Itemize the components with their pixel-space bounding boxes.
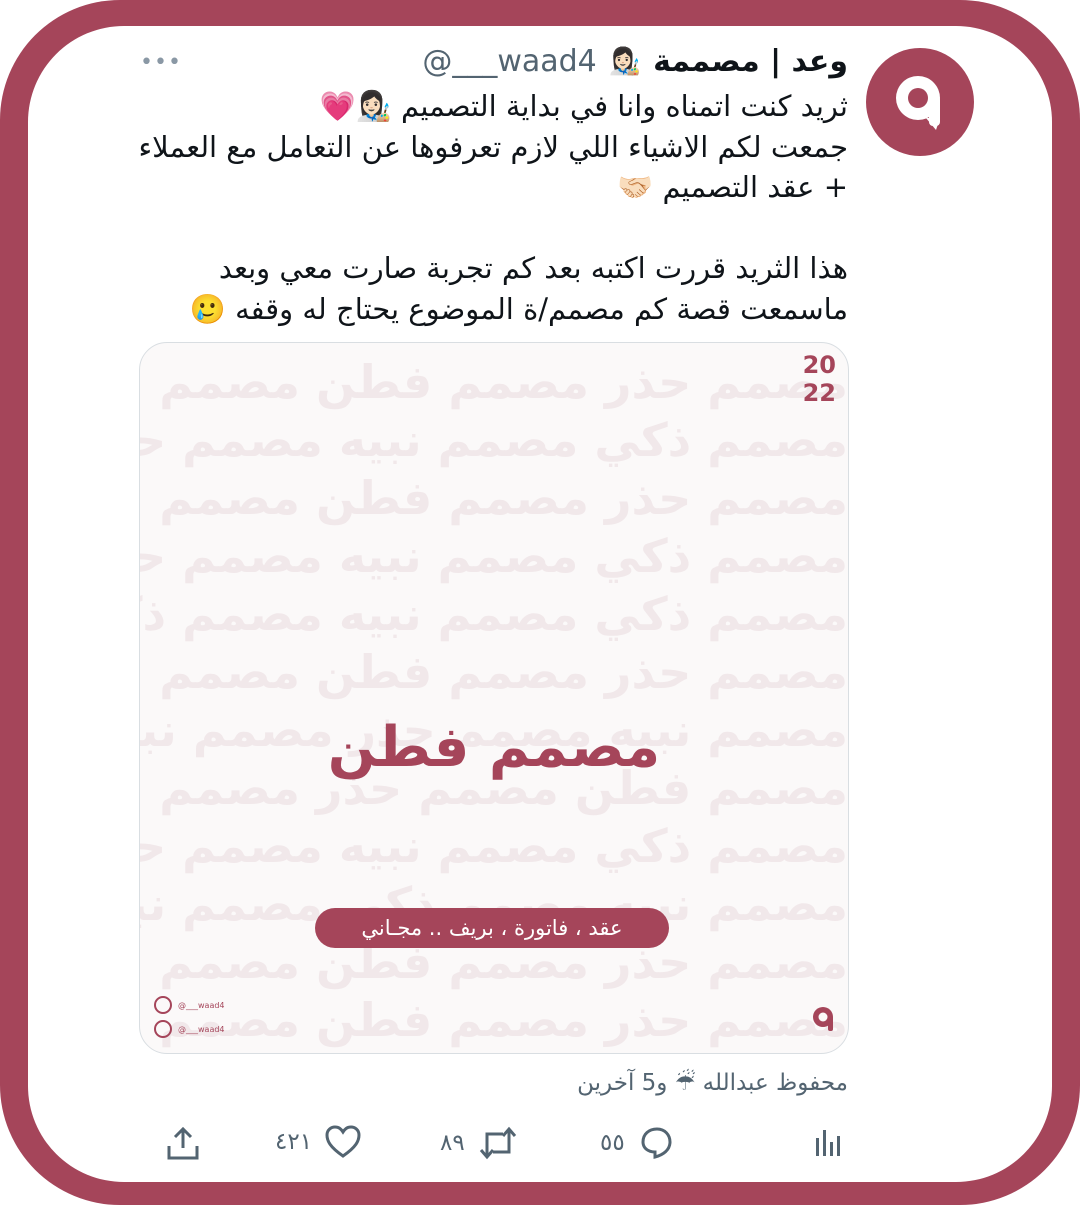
tweet-actions-bar: ٥٥ ٨٩ ٤٢١ — [0, 1120, 1080, 1170]
card-logo-icon — [813, 1007, 833, 1031]
like-count: ٤٢١ — [275, 1129, 313, 1155]
year-label: 20 22 — [803, 351, 836, 407]
tweet-image-card[interactable]: مصمم حذر مصمم فطن مصمم حذر مصمم فطن مصمم… — [139, 342, 849, 1054]
reply-count: ٥٥ — [600, 1130, 625, 1156]
year-bottom: 22 — [802, 379, 836, 407]
retweet-button[interactable]: ٨٩ — [440, 1124, 519, 1162]
instagram-handle: @___waad4 — [178, 1000, 225, 1010]
waad-logo-icon — [896, 76, 940, 130]
twitter-icon — [154, 1020, 172, 1038]
heart-icon — [325, 1125, 361, 1158]
instagram-row: @___waad4 — [154, 993, 225, 1017]
retweet-icon — [479, 1126, 516, 1160]
instagram-icon — [154, 996, 172, 1014]
reply-icon — [641, 1127, 672, 1159]
screenshot-frame: ••• وعد | مصممة 👩🏻‍🎨 @___waad4 ثريد كنت … — [0, 0, 1080, 1213]
pattern-row: مصمم ذكي مصمم نبيه مصمم حذر مصمم ذكي مصم… — [140, 413, 848, 467]
more-options-icon[interactable]: ••• — [140, 50, 182, 75]
artist-emoji: 👩🏻‍🎨 — [608, 46, 642, 77]
pattern-row: مصمم حذر مصمم فطن مصمم حذر مصمم فطن مصمم — [140, 645, 848, 699]
pattern-row: مصمم ذكي مصمم نبيه مصمم حذر مصمم ذكي مصم… — [140, 529, 848, 583]
share-icon — [167, 1126, 199, 1160]
profile-avatar[interactable] — [866, 48, 974, 156]
tweet-header: وعد | مصممة 👩🏻‍🎨 @___waad4 — [422, 44, 848, 79]
card-offer-pill: عقد ، فاتورة ، بريف .. مجـاني — [315, 908, 669, 948]
card-headline: مصمم فطن — [327, 715, 661, 780]
twitter-handle: @___waad4 — [178, 1024, 225, 1034]
share-button[interactable] — [165, 1126, 201, 1162]
analytics-button[interactable] — [810, 1126, 844, 1160]
liked-by-text[interactable]: محفوظ عبدالله ☔ و5 آخرين — [577, 1070, 848, 1096]
reply-button[interactable]: ٥٥ — [600, 1124, 675, 1162]
tweet-body: ثريد كنت اتمناه وانا في بداية التصميم 👩🏻… — [138, 89, 849, 326]
pattern-row: مصمم حذر مصمم فطن مصمم حذر مصمم — [140, 993, 848, 1047]
pattern-row: مصمم ذكي مصمم نبيه مصمم ذكي مصمم نبيه — [140, 587, 848, 641]
analytics-icon — [816, 1130, 840, 1156]
card-social-handles: @___waad4 @___waad4 — [154, 993, 225, 1041]
year-top: 20 — [802, 351, 836, 379]
retweet-count: ٨٩ — [440, 1130, 465, 1156]
pattern-row: مصمم حذر مصمم فطن مصمم حذر مصمم فطن مصمم — [140, 355, 848, 409]
pattern-row: مصمم ذكي مصمم نبيه مصمم حذر مصمم ذكي مصم… — [140, 819, 848, 873]
author-name[interactable]: وعد | مصممة — [653, 44, 848, 79]
like-button[interactable]: ٤٢١ — [275, 1124, 362, 1160]
pattern-row: مصمم حذر مصمم فطن مصمم حذر مصمم فطن مصمم — [140, 471, 848, 525]
twitter-row: @___waad4 — [154, 1017, 225, 1041]
author-handle[interactable]: @___waad4 — [422, 44, 596, 79]
